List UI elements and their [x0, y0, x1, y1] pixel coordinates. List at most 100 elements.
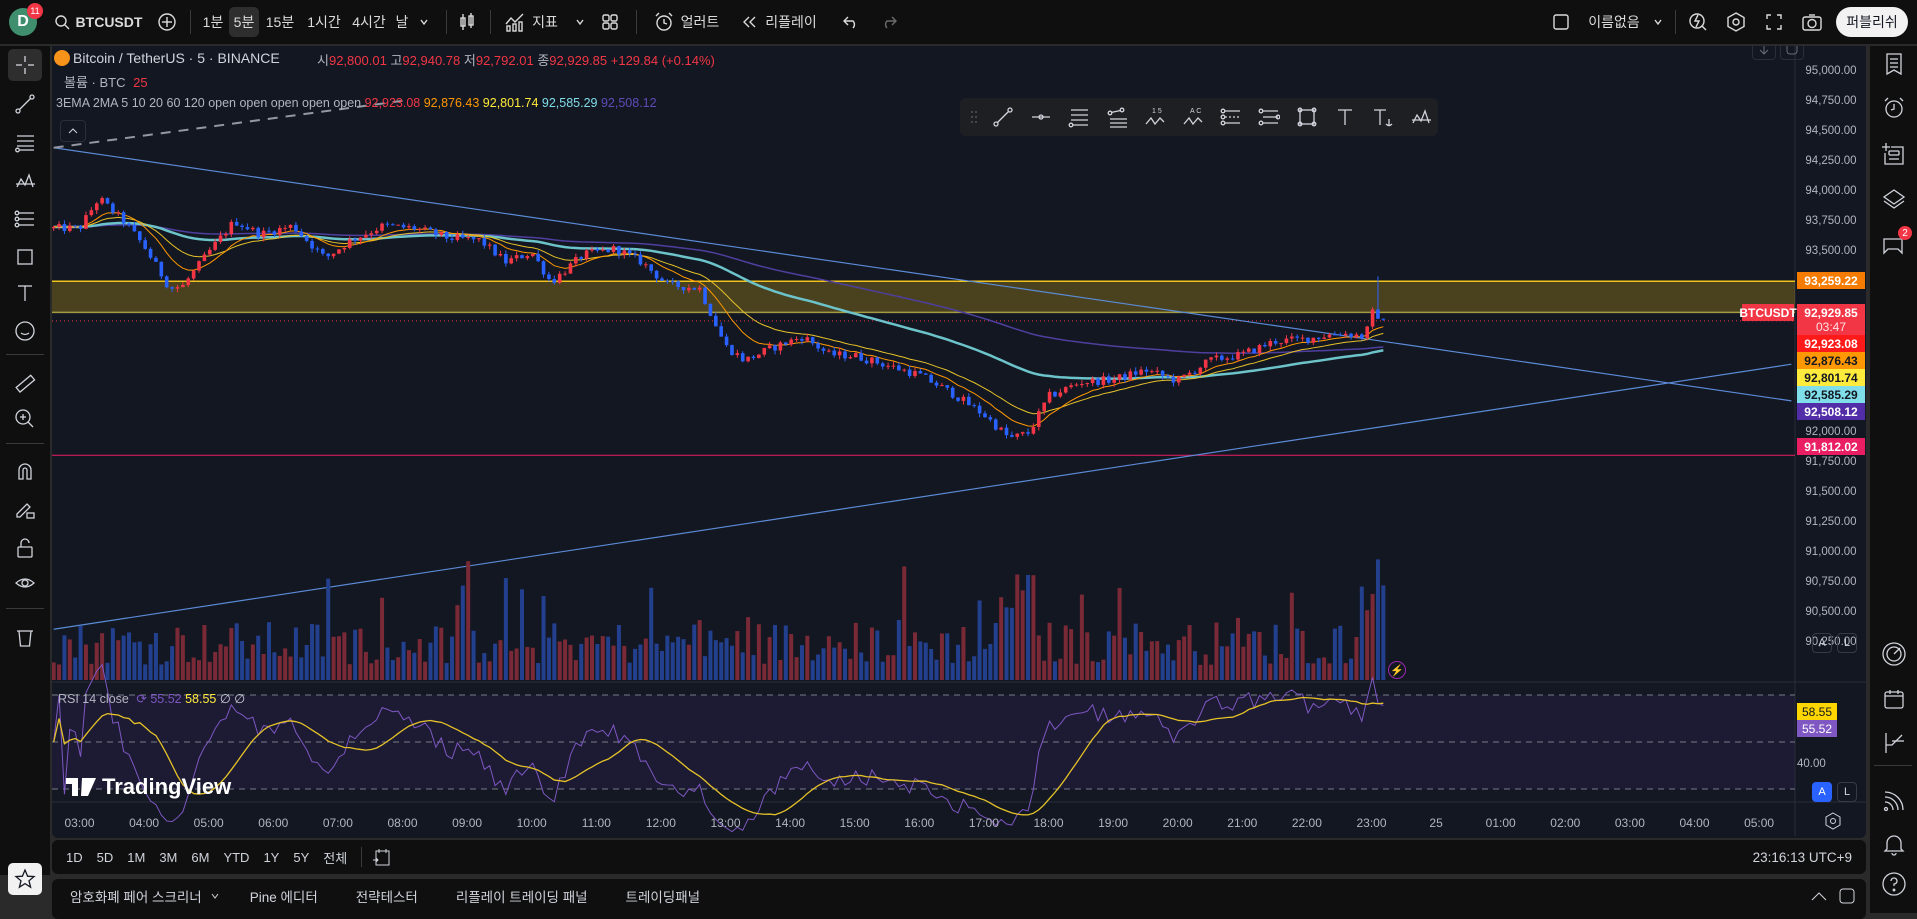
lightning-event-icon[interactable]: ⚡	[1388, 661, 1406, 679]
magnet-tool[interactable]	[8, 455, 42, 487]
tab-pine-editor[interactable]: Pine 에디터	[250, 886, 318, 906]
chart-panel[interactable]: Bitcoin / TetherUS · 5 · BINANCE 시92,800…	[52, 46, 1866, 838]
range-1y[interactable]: 1Y	[263, 850, 279, 865]
layouts-button[interactable]	[596, 7, 624, 37]
forecast-button[interactable]	[1216, 102, 1246, 132]
range-5y[interactable]: 5Y	[293, 850, 309, 865]
rsi-log-scale-button[interactable]: L	[1837, 782, 1857, 802]
trendline-button[interactable]	[988, 102, 1018, 132]
layout-icon-button[interactable]	[1548, 7, 1574, 37]
log-scale-button[interactable]: L	[1837, 633, 1857, 653]
interval-day[interactable]: 날	[392, 7, 412, 37]
streams-button[interactable]	[1876, 784, 1912, 818]
zoom-tool[interactable]	[8, 403, 42, 435]
fullscreen-button[interactable]	[1760, 7, 1788, 37]
shape-tool[interactable]	[8, 241, 42, 273]
projection-button[interactable]	[1254, 102, 1284, 132]
indicators-button[interactable]: 지표	[500, 7, 562, 37]
drag-handle[interactable]	[968, 102, 980, 132]
elliott-wave-button[interactable]: 1 5	[1140, 102, 1170, 132]
scroll-to-latest-button[interactable]	[1752, 46, 1776, 60]
interval-5m[interactable]: 5분	[229, 7, 259, 37]
settings-button[interactable]	[1722, 7, 1750, 37]
collapse-legend-button[interactable]	[60, 120, 86, 142]
emoji-tool[interactable]	[8, 315, 42, 347]
symbol-search-button[interactable]: BTCUSDT	[48, 7, 148, 37]
chart-settings-button[interactable]	[1824, 812, 1842, 835]
legend-rsi[interactable]: RSI 14 close ⟳ 55.52 58.55 ∅ ∅	[58, 691, 245, 706]
chevron-up-icon[interactable]	[1810, 890, 1828, 902]
layout-dropdown[interactable]	[1648, 7, 1668, 37]
crosshair-tool[interactable]	[8, 49, 42, 81]
data-window-button[interactable]	[1876, 182, 1912, 216]
watchlist-button[interactable]	[1876, 47, 1912, 81]
anchored-text-button[interactable]	[1368, 102, 1398, 132]
clock-timezone[interactable]: 23:16:13 UTC+9	[1753, 850, 1852, 865]
legend-volume[interactable]: 볼륨 · BTC 25	[64, 72, 148, 91]
auto-scale-button[interactable]: A	[1812, 633, 1832, 653]
range-5d[interactable]: 5D	[97, 850, 114, 865]
interval-15m[interactable]: 15분	[263, 7, 297, 37]
maximize-pane-button[interactable]	[1780, 46, 1804, 60]
chart-type-button[interactable]	[454, 7, 480, 37]
hotlists-button[interactable]	[1876, 637, 1912, 671]
range-ytd[interactable]: YTD	[223, 850, 249, 865]
interval-dropdown[interactable]	[414, 7, 434, 37]
alerts-button[interactable]	[1876, 91, 1912, 125]
maximize-panel-icon[interactable]	[1838, 887, 1856, 905]
ideas-button[interactable]	[1876, 726, 1912, 760]
compare-symbol-button[interactable]	[152, 7, 182, 37]
text-button[interactable]	[1330, 102, 1360, 132]
chevron-down-icon[interactable]	[210, 891, 220, 901]
range-1m[interactable]: 1M	[127, 850, 145, 865]
interval-1m[interactable]: 1분	[198, 7, 228, 37]
measure-tool[interactable]	[8, 368, 42, 400]
snapshot-button[interactable]	[1798, 7, 1826, 37]
interval-1h[interactable]: 1시간	[303, 7, 345, 37]
indicators-dropdown[interactable]	[570, 7, 590, 37]
range-1d[interactable]: 1D	[66, 850, 83, 865]
publish-button[interactable]: 퍼블리쉬	[1836, 7, 1908, 37]
object-tree-button[interactable]	[1876, 137, 1912, 171]
quick-search-button[interactable]	[1684, 7, 1712, 37]
replay-button[interactable]: 리플레이	[735, 7, 823, 37]
symbol-title[interactable]: Bitcoin / TetherUS · 5 · BINANCE	[73, 50, 280, 66]
fib-button[interactable]	[1064, 102, 1094, 132]
fib-channel-button[interactable]	[1102, 102, 1132, 132]
abc-wave-button[interactable]: A C	[1178, 102, 1208, 132]
range-3m[interactable]: 3M	[159, 850, 177, 865]
hide-drawings-tool[interactable]	[8, 568, 42, 600]
redo-button[interactable]	[876, 7, 902, 37]
tab-crypto-screener[interactable]: 암호화폐 페어 스크리너	[70, 886, 202, 906]
rectangle-button[interactable]	[1292, 102, 1322, 132]
user-avatar[interactable]: D 11	[8, 3, 43, 37]
forecast-tool[interactable]	[8, 203, 42, 235]
calendar-button[interactable]	[1876, 682, 1912, 716]
chats-button[interactable]: 2	[1876, 226, 1912, 262]
tab-replay-trading-panel[interactable]: 리플레이 트레이딩 패널	[456, 886, 588, 906]
tab-strategy-tester[interactable]: 전략테스터	[356, 886, 418, 906]
text-tool[interactable]	[8, 277, 42, 309]
interval-4h[interactable]: 4시간	[348, 7, 390, 37]
rsi-auto-scale-button[interactable]: A	[1812, 782, 1832, 802]
undo-button[interactable]	[838, 7, 864, 37]
delete-drawings-tool[interactable]	[8, 621, 42, 653]
lock-all-tool[interactable]	[8, 532, 42, 564]
fib-tool[interactable]	[8, 126, 42, 158]
pattern-button[interactable]	[1406, 102, 1436, 132]
range-all[interactable]: 전체	[323, 848, 347, 867]
lock-drawings-tool[interactable]	[8, 493, 42, 525]
favorites-button[interactable]	[8, 863, 42, 895]
pattern-tool[interactable]	[8, 165, 42, 197]
horizontal-ray-button[interactable]	[1026, 102, 1056, 132]
legend-ma[interactable]: 3EMA 2MA 5 10 20 60 120 open open open o…	[56, 96, 657, 110]
range-6m[interactable]: 6M	[191, 850, 209, 865]
notifications-button[interactable]	[1876, 827, 1912, 861]
trendline-tool[interactable]	[8, 88, 42, 120]
goto-date-icon[interactable]	[372, 847, 392, 867]
help-button[interactable]	[1876, 867, 1912, 901]
price-chart[interactable]	[52, 46, 1866, 838]
alert-button[interactable]: 얼러트	[645, 7, 727, 37]
tab-trading-panel[interactable]: 트레이딩패널	[626, 886, 701, 906]
layout-name[interactable]: 이름없음	[1584, 7, 1644, 37]
